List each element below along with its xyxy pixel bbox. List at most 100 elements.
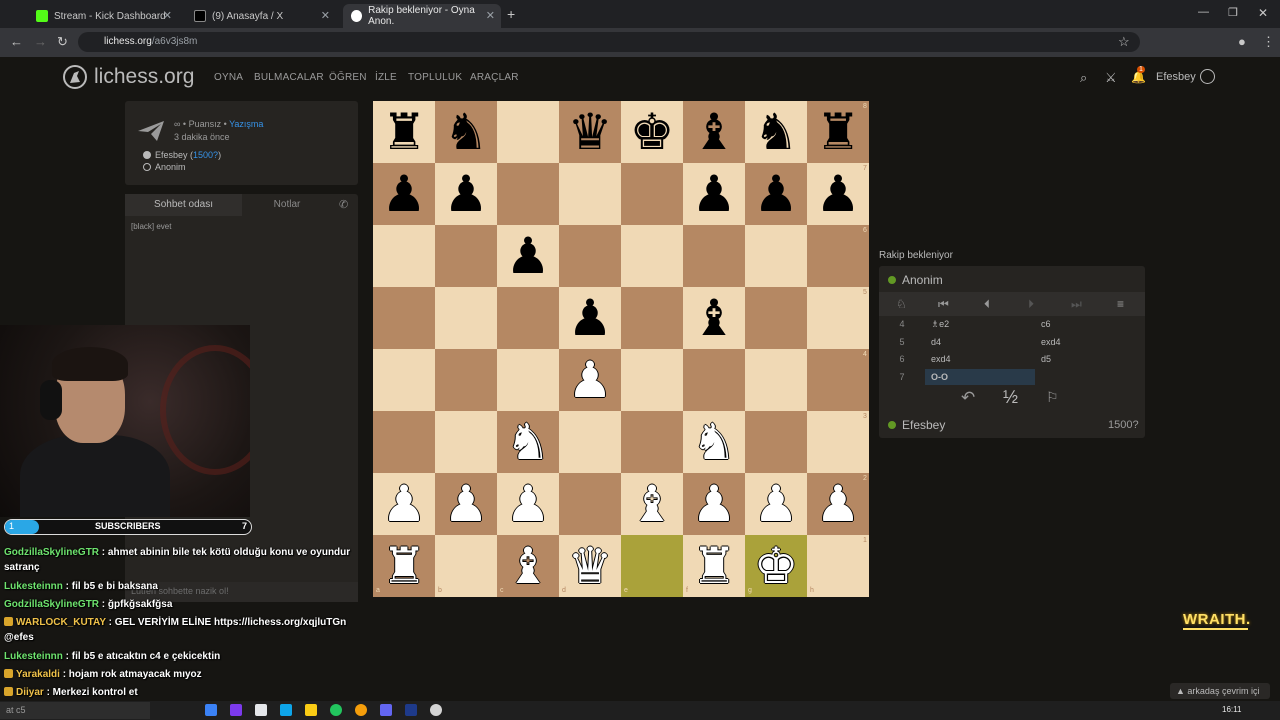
square-h1[interactable]	[807, 535, 869, 597]
outlook-icon[interactable]	[280, 704, 292, 716]
square-e6[interactable]	[621, 225, 683, 287]
square-b6[interactable]	[435, 225, 497, 287]
close-icon[interactable]: ✕	[486, 9, 495, 22]
next-move-icon[interactable]: ⏵	[1028, 297, 1034, 312]
username[interactable]: Efesbey	[1156, 71, 1196, 83]
white-pawn-h2[interactable]: ♟	[807, 473, 869, 535]
swords-icon[interactable]: ⚔	[1105, 70, 1117, 86]
white-pawn-a2[interactable]: ♟	[373, 473, 435, 535]
square-e4[interactable]	[621, 349, 683, 411]
square-a4[interactable]	[373, 349, 435, 411]
square-b1[interactable]	[435, 535, 497, 597]
move-white[interactable]: O-O	[925, 368, 1035, 385]
menu-play[interactable]: OYNA	[214, 72, 243, 83]
user-avatar-icon[interactable]	[1200, 69, 1215, 84]
move-black[interactable]: exd4	[1041, 334, 1061, 350]
store-icon[interactable]	[255, 704, 267, 716]
folder-icon[interactable]	[305, 704, 317, 716]
phone-icon[interactable]: ✆	[339, 198, 348, 211]
forward-icon[interactable]: →	[34, 34, 47, 49]
white-knight-c3[interactable]: ♞	[497, 411, 559, 473]
draw-offer-button[interactable]: ½	[1003, 387, 1018, 408]
white-bishop-c1[interactable]: ♝	[497, 535, 559, 597]
reload-icon[interactable]: ↻	[57, 34, 68, 50]
profile-icon[interactable]: ●	[1238, 34, 1246, 49]
last-move-icon[interactable]: ⏭	[1071, 297, 1082, 312]
white-rook-a1[interactable]: ♜	[373, 535, 435, 597]
online-friends-bar[interactable]: ▲ arkadaş çevrim içi	[1170, 683, 1270, 699]
square-c4[interactable]	[497, 349, 559, 411]
square-d6[interactable]	[559, 225, 621, 287]
menu-kebab-icon[interactable]: ⋮	[1262, 34, 1275, 50]
square-d3[interactable]	[559, 411, 621, 473]
menu-community[interactable]: TOPLULUK	[408, 72, 462, 83]
takeback-icon[interactable]: ↶	[961, 388, 975, 408]
spotify-icon[interactable]	[330, 704, 342, 716]
white-bishop-e2[interactable]: ♝	[621, 473, 683, 535]
back-icon[interactable]: ←	[10, 34, 23, 49]
menu-tools[interactable]: ARAÇLAR	[470, 72, 519, 83]
square-h4[interactable]	[807, 349, 869, 411]
tab-chat-room[interactable]: Sohbet odası	[125, 194, 242, 216]
square-g3[interactable]	[745, 411, 807, 473]
steam-icon[interactable]	[405, 704, 417, 716]
resign-flag-icon[interactable]: ⚐	[1046, 389, 1059, 406]
square-g4[interactable]	[745, 349, 807, 411]
square-e3[interactable]	[621, 411, 683, 473]
close-window-button[interactable]: ✕	[1258, 6, 1268, 20]
taskbar-search[interactable]: at c5	[0, 702, 150, 719]
self-name[interactable]: Efesbey	[902, 418, 945, 432]
square-g5[interactable]	[745, 287, 807, 349]
square-a3[interactable]	[373, 411, 435, 473]
new-tab-button[interactable]: +	[507, 6, 515, 22]
square-h3[interactable]	[807, 411, 869, 473]
white-rook-f1[interactable]: ♜	[683, 535, 745, 597]
square-e7[interactable]	[621, 163, 683, 225]
white-pawn-g2[interactable]: ♟	[745, 473, 807, 535]
tab-notes[interactable]: Notlar	[242, 194, 332, 216]
square-c8[interactable]	[497, 101, 559, 163]
correspondence-link[interactable]: Yazışma	[229, 119, 263, 129]
square-g6[interactable]	[745, 225, 807, 287]
obs-icon[interactable]	[430, 704, 442, 716]
bookmark-star-icon[interactable]: ☆	[1118, 34, 1130, 50]
opponent-name[interactable]: Anonim	[902, 273, 943, 287]
menu-learn[interactable]: ÖĞREN	[329, 72, 367, 83]
square-b5[interactable]	[435, 287, 497, 349]
square-h6[interactable]	[807, 225, 869, 287]
discord-icon[interactable]	[380, 704, 392, 716]
white-pawn-f2[interactable]: ♟	[683, 473, 745, 535]
white-pawn-b2[interactable]: ♟	[435, 473, 497, 535]
square-b3[interactable]	[435, 411, 497, 473]
square-e1[interactable]	[621, 535, 683, 597]
square-e5[interactable]	[621, 287, 683, 349]
square-h5[interactable]	[807, 287, 869, 349]
white-queen-d1[interactable]: ♛	[559, 535, 621, 597]
move-black[interactable]: c6	[1041, 316, 1051, 332]
white-king-g1[interactable]: ♚	[745, 535, 807, 597]
tab-lichess[interactable]: Rakip bekleniyor - Oyna Anon. ✕	[343, 4, 501, 28]
chrome-icon[interactable]	[355, 704, 367, 716]
move-white[interactable]: ♗e2	[925, 316, 1035, 332]
tab-kick-dashboard[interactable]: Stream - Kick Dashboard ✕	[28, 4, 178, 28]
prev-move-icon[interactable]: ⏴	[984, 297, 990, 312]
flip-board-icon[interactable]: ♘	[896, 297, 907, 311]
maximize-button[interactable]: ❐	[1228, 6, 1238, 19]
menu-puzzles[interactable]: BULMACALAR	[254, 72, 324, 83]
square-d2[interactable]	[559, 473, 621, 535]
edge-icon[interactable]	[205, 704, 217, 716]
tab-x[interactable]: (9) Anasayfa / X ✕	[186, 4, 336, 28]
close-icon[interactable]: ✕	[163, 9, 172, 22]
lichess-logo[interactable]: lichess.org	[62, 64, 194, 90]
square-c5[interactable]	[497, 287, 559, 349]
move-black[interactable]: d5	[1041, 351, 1051, 367]
square-a6[interactable]	[373, 225, 435, 287]
square-f4[interactable]	[683, 349, 745, 411]
white-pawn-d4[interactable]: ♟	[559, 349, 621, 411]
square-b4[interactable]	[435, 349, 497, 411]
chessboard[interactable]: ♜ ♞ ♛ ♚ ♝ ♞ ♜ 8 ♟ ♟ ♟ ♟ ♟ 7 ♟ 6 ♟ ♝ 5 ♟ 4 ♞ ♞ 3 ♟ ♟ ♟ ♝ ♟ ♟ ♟ 2 ♜ a b ♝ c ♛ d e…	[373, 101, 869, 597]
white-player-row[interactable]: Efesbey (1500?)	[143, 150, 221, 160]
copilot-icon[interactable]	[230, 704, 242, 716]
square-a5[interactable]	[373, 287, 435, 349]
minimize-button[interactable]: —	[1198, 6, 1209, 18]
